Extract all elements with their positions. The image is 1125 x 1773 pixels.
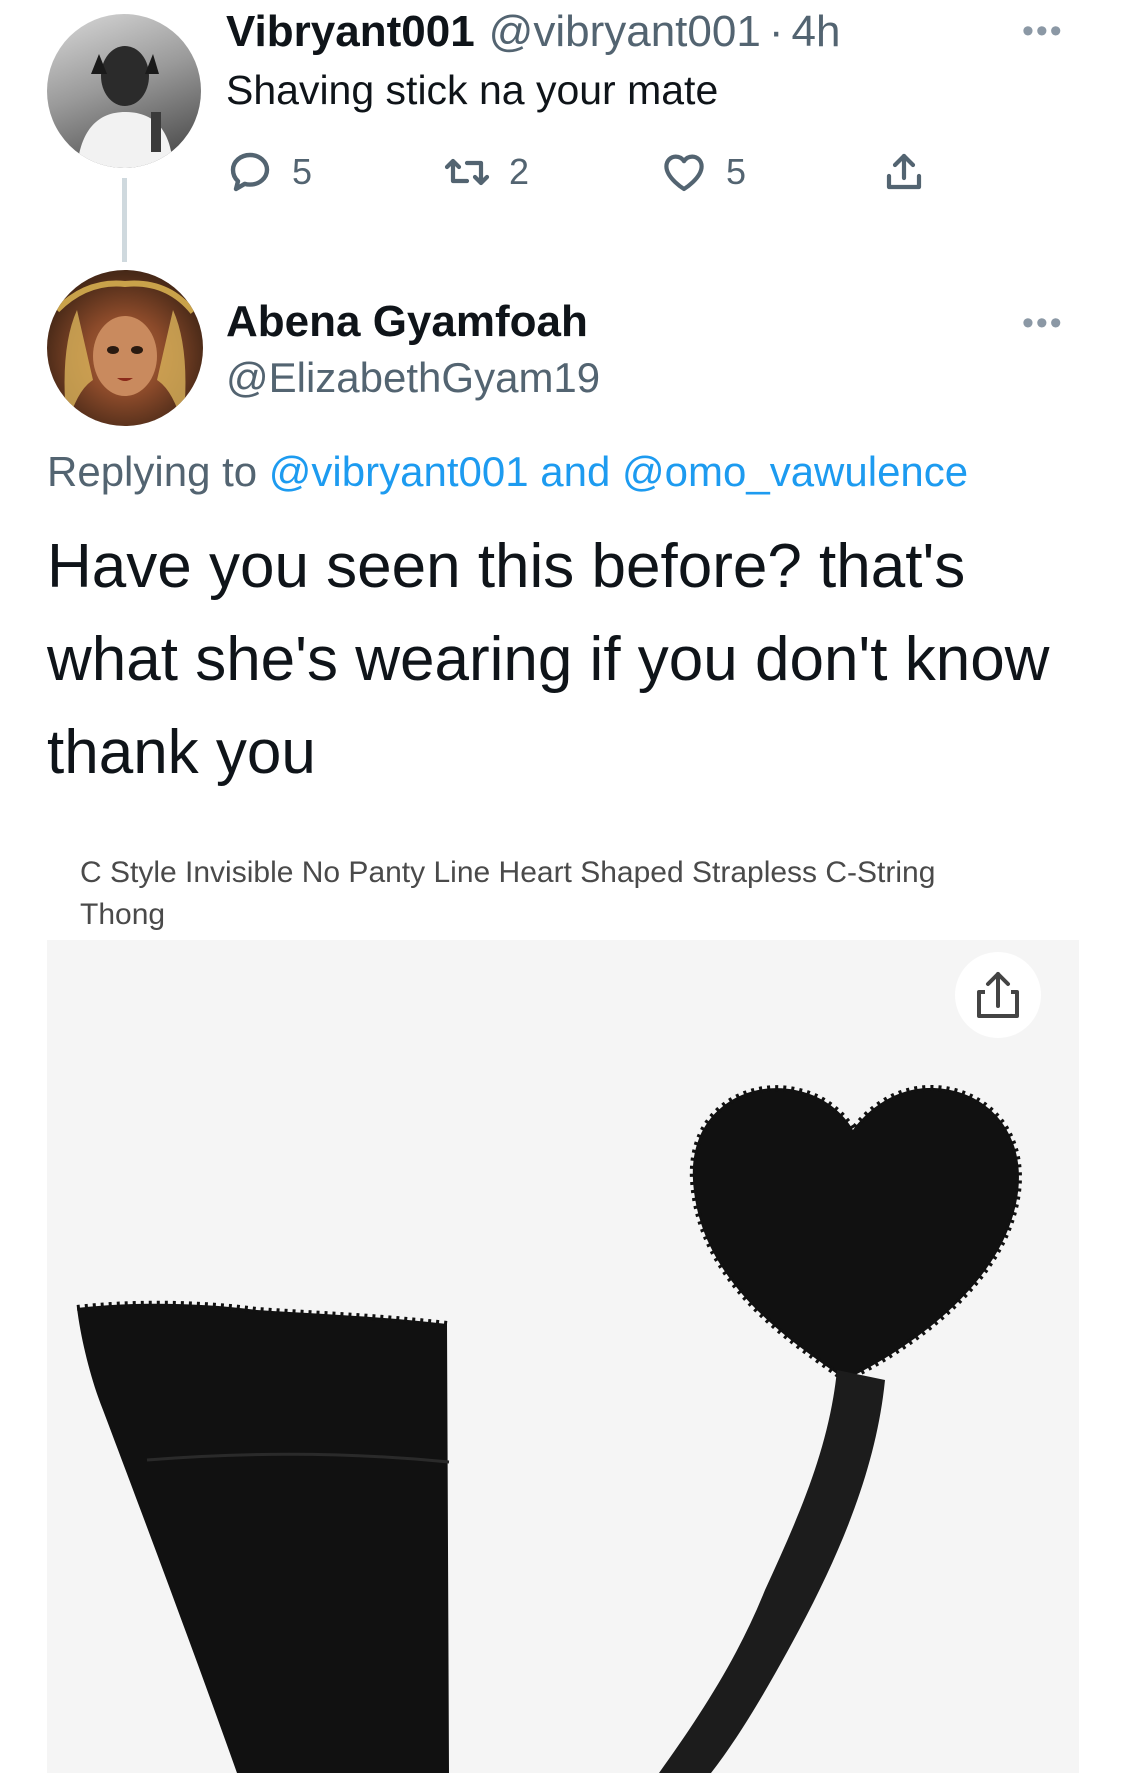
avatar[interactable]	[47, 14, 201, 168]
user-handle[interactable]: @vibryant001	[489, 6, 761, 58]
mention-link[interactable]: @vibryant001	[269, 448, 529, 495]
separator-dot: ·	[768, 7, 784, 56]
reply-count: 5	[292, 151, 313, 192]
tweet-text: Have you seen this before? that's what s…	[47, 532, 1050, 787]
and-link[interactable]: and	[540, 448, 610, 495]
display-name[interactable]: Abena Gyamfoah	[226, 296, 588, 348]
display-name[interactable]: Vibryant001	[226, 6, 475, 58]
tweet-text: Shaving stick na your mate	[226, 67, 719, 113]
image-share-icon	[977, 972, 1019, 1018]
like-icon	[664, 154, 704, 192]
more-icon[interactable]: •••	[1022, 306, 1072, 340]
avatar-photo	[77, 46, 173, 168]
timestamp[interactable]: 4h	[791, 6, 840, 58]
share-button[interactable]	[880, 144, 928, 200]
product-photo	[76, 1084, 1022, 1773]
reply-button[interactable]: 5	[226, 144, 312, 200]
image-share-button[interactable]	[955, 952, 1041, 1038]
replying-to-line: Replying to @vibryant001 and @omo_vawule…	[47, 446, 968, 498]
parent-tweet[interactable]: Vibryant001 @vibryant001 · 4h ••• Shavin…	[0, 0, 1125, 262]
mention-link[interactable]: @omo_vawulence	[622, 448, 968, 495]
like-count: 5	[726, 151, 747, 192]
product-image[interactable]	[47, 940, 1079, 1773]
replying-prefix: Replying to	[47, 448, 258, 495]
reply-icon	[230, 152, 270, 192]
share-icon	[886, 153, 922, 190]
retweet-icon	[444, 158, 490, 186]
retweet-count: 2	[509, 151, 530, 192]
user-handle[interactable]: @ElizabethGyam19	[226, 352, 600, 404]
avatar-photo	[54, 280, 196, 426]
tweet-header: Vibryant001 @vibryant001 · 4h	[226, 6, 840, 58]
avatar[interactable]	[47, 270, 203, 426]
thread-connector-line	[122, 178, 127, 262]
product-title: C Style Invisible No Panty Line Heart Sh…	[80, 856, 936, 931]
like-button[interactable]: 5	[660, 144, 746, 200]
more-icon[interactable]: •••	[1022, 14, 1072, 48]
retweet-button[interactable]: 2	[443, 144, 529, 200]
